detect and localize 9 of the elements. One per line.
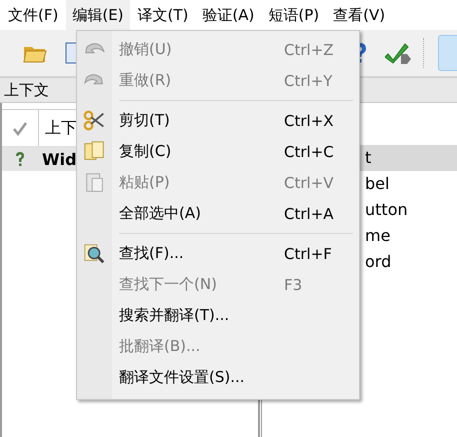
shortcut-label: Ctrl+V [284,174,334,192]
shortcut-label: Ctrl+C [284,142,334,160]
shortcut-label: Ctrl+Z [284,40,334,58]
column-header: 上下 [44,118,77,138]
context-name: Wid [41,150,77,168]
shortcut-label: F3 [284,276,302,294]
shortcut-label: Ctrl+X [284,112,334,130]
shortcut-label: Ctrl+F [284,244,332,262]
shortcut-label: Ctrl+A [284,204,334,222]
